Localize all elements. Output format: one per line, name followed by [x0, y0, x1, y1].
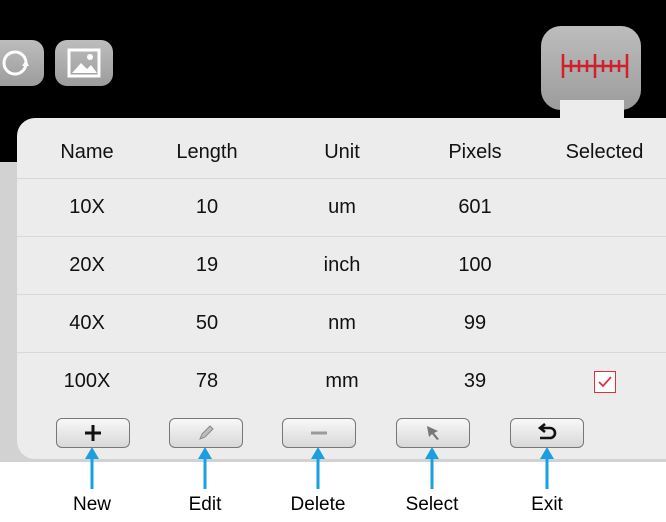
edit-callout-arrow	[198, 447, 212, 489]
cell-selected[interactable]	[547, 295, 662, 352]
cell-unit: nm	[328, 312, 356, 334]
new-callout-arrow	[85, 447, 99, 489]
cell-name: 20X	[69, 254, 105, 276]
select-label: Select	[405, 494, 459, 515]
ruler-icon	[561, 54, 629, 78]
cell-length: 78	[195, 370, 219, 392]
return-arrow-icon	[537, 423, 557, 440]
cell-length: 19	[195, 254, 219, 276]
checkmark-icon	[597, 375, 612, 387]
cell-name: 10X	[69, 196, 105, 218]
plus-icon	[85, 425, 101, 441]
delete-button[interactable]	[282, 418, 356, 448]
rotate-button[interactable]	[0, 40, 44, 86]
edit-button[interactable]	[169, 418, 243, 448]
header-selected: Selected	[565, 140, 644, 163]
minus-icon	[311, 431, 327, 435]
pencil-icon	[199, 425, 214, 440]
cell-name: 100X	[63, 370, 111, 392]
table-row[interactable]: 10X 10 um 601	[17, 179, 666, 237]
cell-pixels: 39	[463, 370, 487, 392]
header-pixels: Pixels	[448, 140, 502, 163]
exit-callout-arrow	[540, 447, 554, 489]
cell-selected[interactable]	[547, 237, 662, 294]
edit-label: Edit	[188, 494, 222, 515]
cell-unit: um	[328, 196, 356, 218]
rotate-icon	[2, 50, 29, 76]
cell-pixels: 100	[458, 254, 492, 276]
table-header: Name Length Unit Pixels Selected	[17, 126, 666, 179]
cursor-arrow-icon	[427, 426, 439, 440]
image-button[interactable]	[55, 40, 113, 86]
cell-pixels: 99	[463, 312, 487, 334]
selected-checkbox[interactable]	[593, 370, 616, 393]
table-row[interactable]: 20X 19 inch 100	[17, 237, 666, 295]
new-label: New	[72, 494, 111, 515]
header-length: Length	[176, 140, 238, 163]
delete-label: Delete	[290, 494, 346, 515]
cell-unit: mm	[325, 370, 359, 392]
cell-length: 10	[195, 196, 219, 218]
exit-label: Exit	[531, 494, 563, 515]
cell-pixels: 601	[458, 196, 492, 218]
cell-name: 40X	[69, 312, 105, 334]
new-button[interactable]	[56, 418, 130, 448]
select-callout-arrow	[425, 447, 439, 489]
image-icon	[67, 48, 101, 78]
select-button[interactable]	[396, 418, 470, 448]
delete-callout-arrow	[311, 447, 325, 489]
table-row[interactable]: 100X 78 mm 39	[17, 353, 666, 410]
exit-button[interactable]	[510, 418, 584, 448]
cell-selected[interactable]	[547, 353, 662, 410]
cell-unit: inch	[323, 254, 361, 276]
header-name: Name	[60, 140, 114, 163]
scale-table: Name Length Unit Pixels Selected 10X 10 …	[17, 126, 666, 410]
panel-pointer	[560, 100, 624, 122]
cell-length: 50	[195, 312, 219, 334]
table-row[interactable]: 40X 50 nm 99	[17, 295, 666, 353]
ruler-button[interactable]	[541, 26, 641, 110]
header-unit: Unit	[324, 140, 360, 163]
cell-selected[interactable]	[547, 179, 662, 236]
